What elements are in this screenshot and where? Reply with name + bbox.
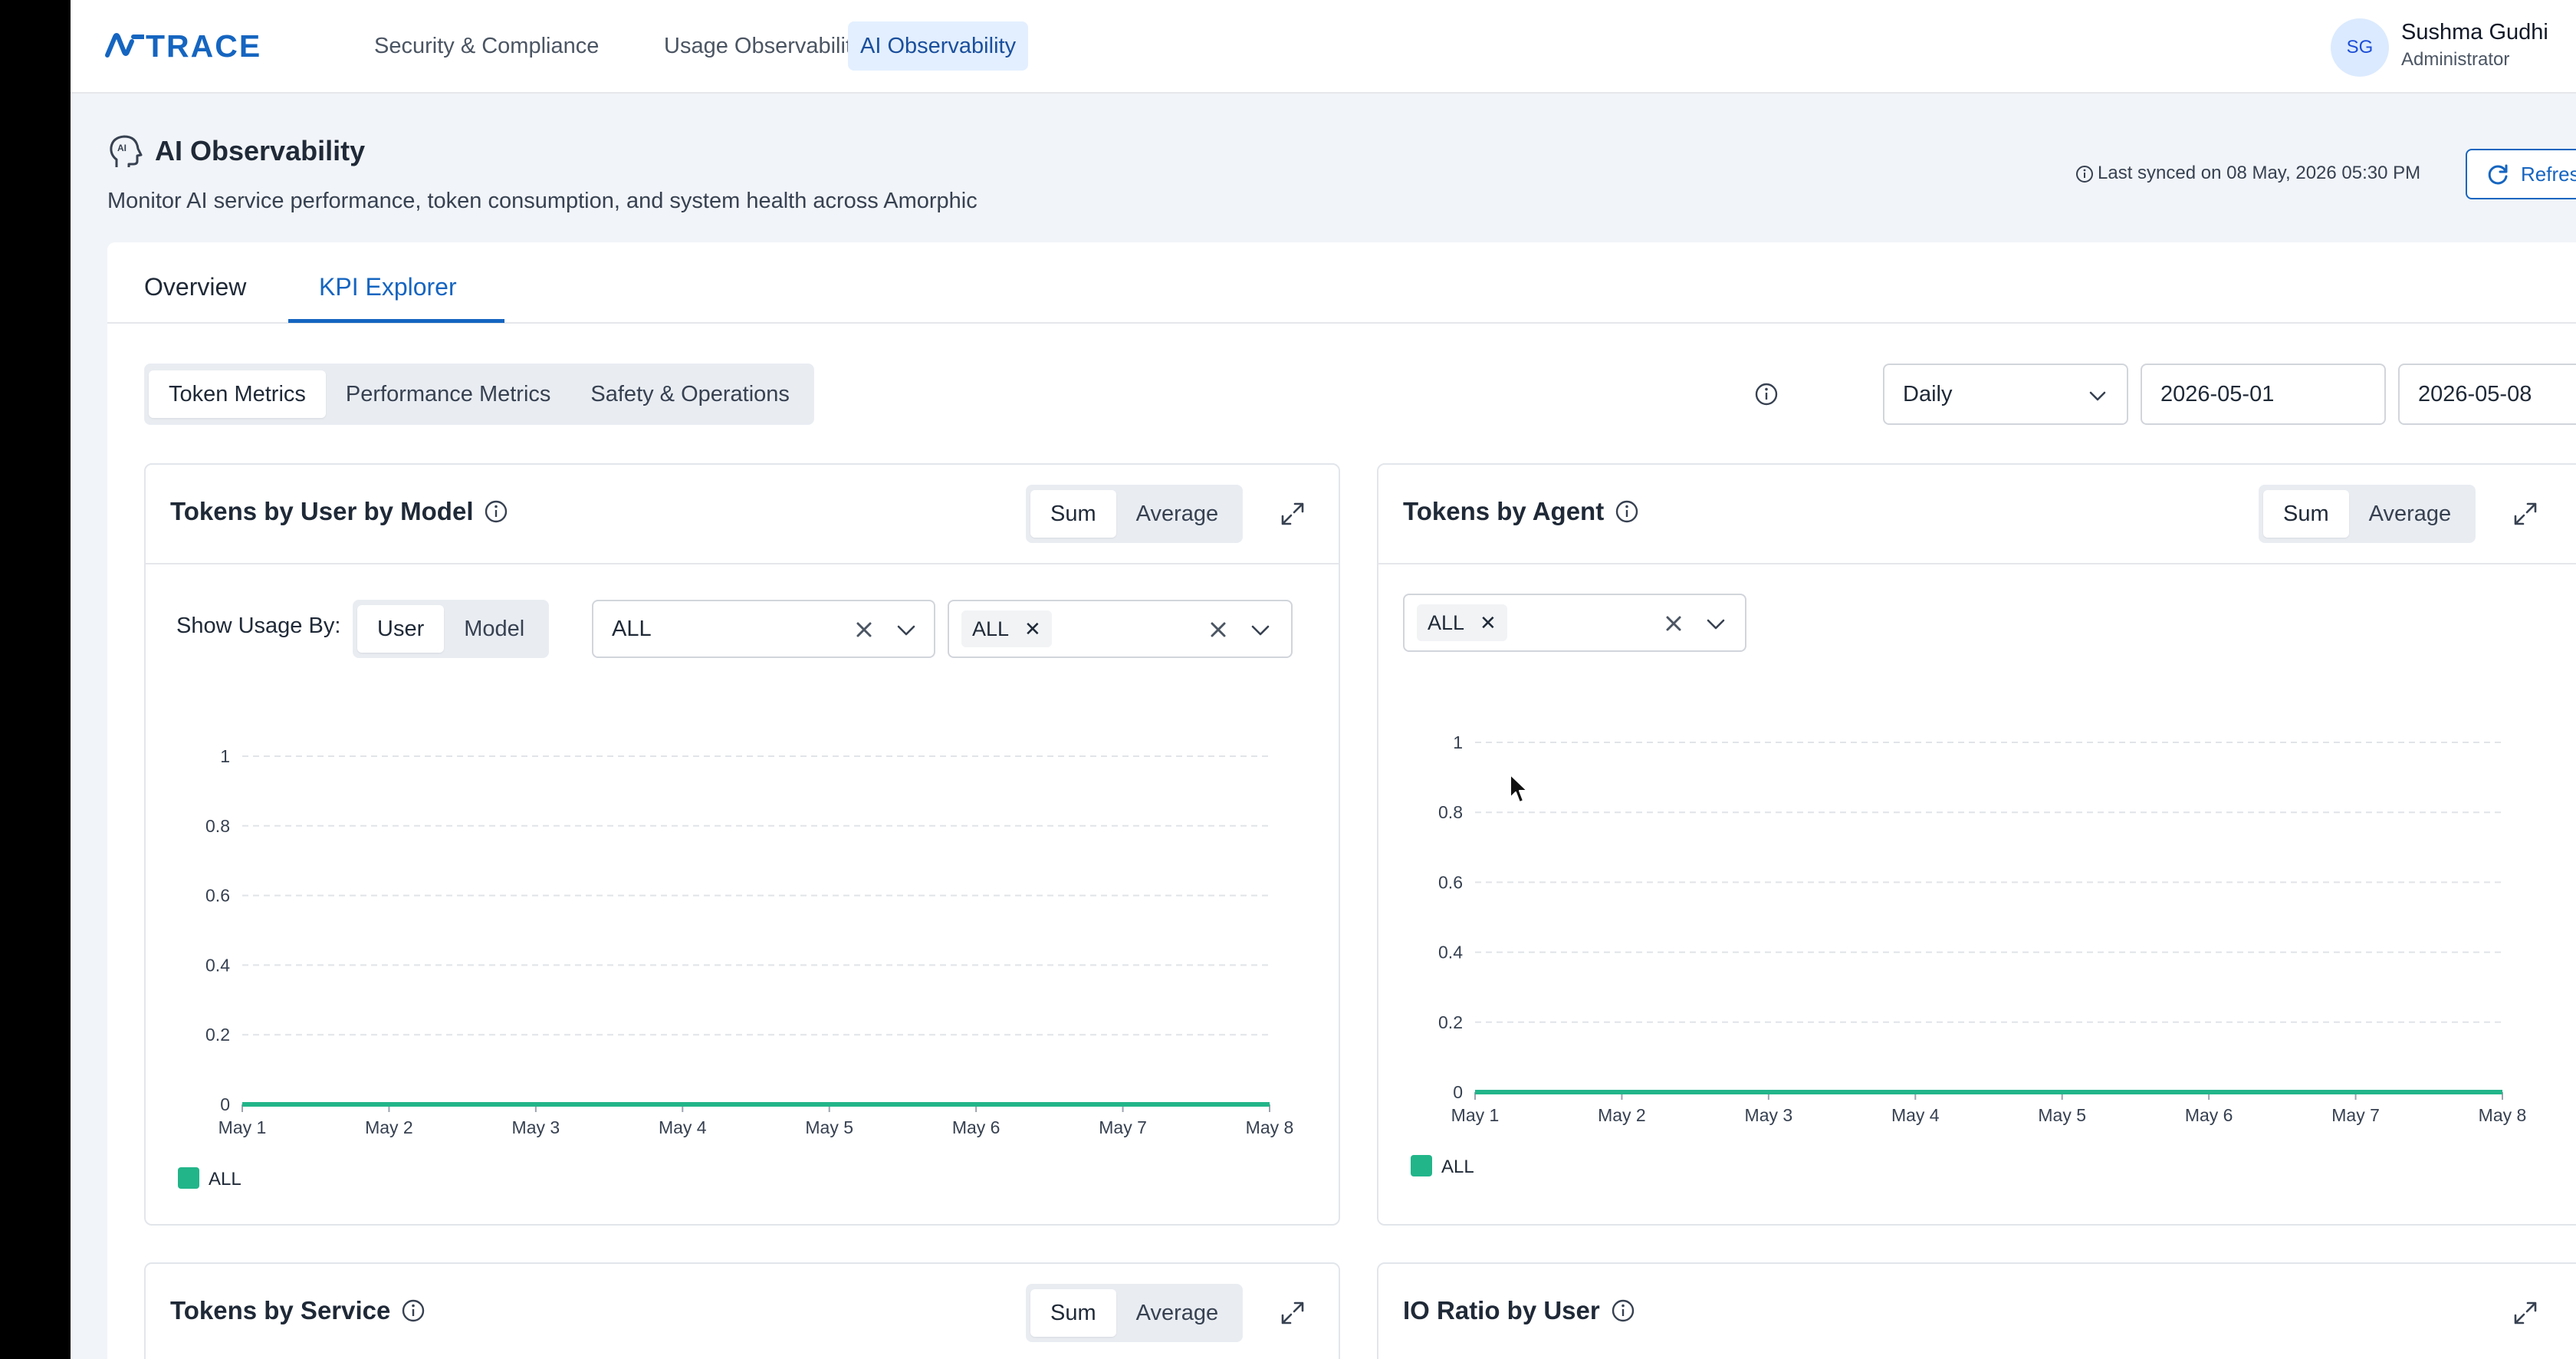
user-name: Sushma Gudhi [2401, 20, 2548, 44]
expand-icon[interactable] [1279, 1299, 1306, 1327]
filter-info-icon[interactable] [1754, 382, 1779, 406]
y-tick-label: 0.8 [1438, 802, 1463, 822]
y-tick-label: 0 [220, 1094, 230, 1114]
y-tick-label: 1 [220, 746, 230, 766]
x-tick-label: May 1 [1451, 1105, 1500, 1125]
average-option[interactable]: Average [1116, 1289, 1239, 1337]
x-tick-label: May 3 [1745, 1105, 1793, 1125]
x-tick-label: May 7 [2331, 1105, 2380, 1125]
tokens-by-agent-panel: Tokens by Agent Sum Average ALL ✕ 0 0.2 … [1377, 463, 2576, 1226]
x-tick-label: May 2 [1598, 1105, 1646, 1125]
panel-title: Tokens by Service [170, 1296, 426, 1325]
x-tick-label: May 1 [219, 1117, 267, 1137]
y-tick-label: 0.6 [1438, 872, 1463, 892]
nav-usage-observability[interactable]: Usage Observability [652, 21, 876, 71]
granularity-select[interactable]: Daily [1883, 364, 2128, 425]
tab-kpi-explorer[interactable]: KPI Explorer [319, 273, 457, 301]
panel-title: IO Ratio by User [1403, 1296, 1635, 1325]
x-tick-label: May 8 [2479, 1105, 2527, 1125]
nav-ai-observability[interactable]: AI Observability [848, 21, 1029, 71]
x-tick-label: May 4 [659, 1117, 707, 1137]
y-tick-label: 0.6 [205, 886, 230, 906]
app-root: TRACE Security & Compliance Usage Observ… [71, 0, 2576, 1359]
x-tick-label: May 4 [1891, 1105, 1940, 1125]
user-avatar[interactable]: SG [2331, 18, 2389, 77]
y-tick-label: 0.2 [1438, 1012, 1463, 1032]
user-role: Administrator [2401, 49, 2510, 70]
y-tick-label: 0.4 [205, 955, 230, 975]
mouse-cursor-icon [1510, 774, 1528, 803]
sum-option[interactable]: Sum [1030, 1289, 1116, 1337]
last-synced-text: Last synced on 08 May, 2026 05:30 PM [2098, 163, 2421, 183]
page-subtitle: Monitor AI service performance, token co… [107, 189, 978, 213]
kpi-card: Overview KPI Explorer Token Metrics Perf… [107, 242, 2576, 1359]
tokens-by-user-chart: 0 0.2 0.4 0.6 0.8 1 May 1 May 2 May 3 May 4 May 5 M… [178, 746, 1294, 1190]
chevron-down-icon [2089, 391, 2106, 401]
legend-swatch [1411, 1155, 1432, 1176]
top-navbar: TRACE Security & Compliance Usage Observ… [71, 0, 2576, 94]
start-date-input[interactable]: 2026-05-01 [2141, 364, 2386, 425]
info-icon[interactable] [401, 1298, 426, 1323]
refresh-icon [2488, 164, 2508, 185]
metric-category-tabs: Token Metrics Performance Metrics Safety… [144, 364, 814, 425]
tab-safety-operations[interactable]: Safety & Operations [570, 370, 810, 418]
tab-performance-metrics[interactable]: Performance Metrics [326, 370, 571, 418]
logo-text: TRACE [146, 28, 262, 64]
info-icon [2076, 166, 2093, 183]
tokens-by-service-panel: Tokens by Service Sum Average [144, 1262, 1340, 1359]
info-icon[interactable] [1611, 1298, 1635, 1323]
panel-title-text: Tokens by Service [170, 1296, 391, 1324]
page-title: AI Observability [155, 135, 366, 166]
ai-head-icon: AI [110, 135, 143, 167]
start-date-value: 2026-05-01 [2160, 381, 2275, 406]
expand-icon[interactable] [2512, 1299, 2539, 1327]
end-date-input[interactable]: 2026-05-08 [2398, 364, 2576, 425]
trace-logo[interactable]: TRACE [104, 28, 262, 64]
io-ratio-by-user-panel: IO Ratio by User [1377, 1262, 2576, 1359]
svg-text:AI: AI [117, 143, 127, 153]
panel-header: Tokens by Service Sum Average [146, 1264, 1339, 1359]
panel-title-text: IO Ratio by User [1403, 1296, 1600, 1324]
refresh-button[interactable]: Refresh [2466, 149, 2576, 199]
y-tick-label: 0 [1453, 1082, 1463, 1102]
granularity-value: Daily [1903, 381, 1953, 406]
x-tick-label: May 2 [365, 1117, 413, 1137]
legend-swatch [178, 1167, 199, 1189]
x-tick-label: May 6 [2185, 1105, 2233, 1125]
nav-security-compliance[interactable]: Security & Compliance [362, 21, 611, 71]
aggregation-toggle: Sum Average [1026, 1284, 1244, 1342]
y-tick-label: 0.4 [1438, 943, 1463, 962]
legend-label: ALL [209, 1169, 242, 1190]
x-tick-label: May 3 [512, 1117, 560, 1137]
tokens-by-user-by-model-panel: Tokens by User by Model Sum Average Show… [144, 463, 1340, 1226]
x-tick-label: May 8 [1246, 1117, 1294, 1137]
tab-token-metrics[interactable]: Token Metrics [149, 370, 326, 418]
y-tick-label: 0.2 [205, 1025, 230, 1045]
panel-header: IO Ratio by User [1378, 1264, 2576, 1359]
end-date-value: 2026-05-08 [2418, 381, 2532, 406]
x-tick-label: May 5 [2038, 1105, 2086, 1125]
active-tab-indicator [288, 319, 504, 323]
tab-overview[interactable]: Overview [144, 273, 246, 301]
x-tick-label: May 5 [805, 1117, 853, 1137]
y-tick-label: 0.8 [205, 816, 230, 836]
trace-logo-icon [105, 33, 144, 58]
legend-label: ALL [1441, 1157, 1474, 1177]
x-tick-label: May 6 [952, 1117, 1001, 1137]
x-tick-label: May 7 [1099, 1117, 1147, 1137]
y-tick-label: 1 [1453, 732, 1463, 752]
refresh-label: Refresh [2521, 162, 2576, 186]
tokens-by-agent-chart: 0 0.2 0.4 0.6 0.8 1 May 1 May 2 May 3 May 4 May 5 M… [1411, 732, 2527, 1177]
